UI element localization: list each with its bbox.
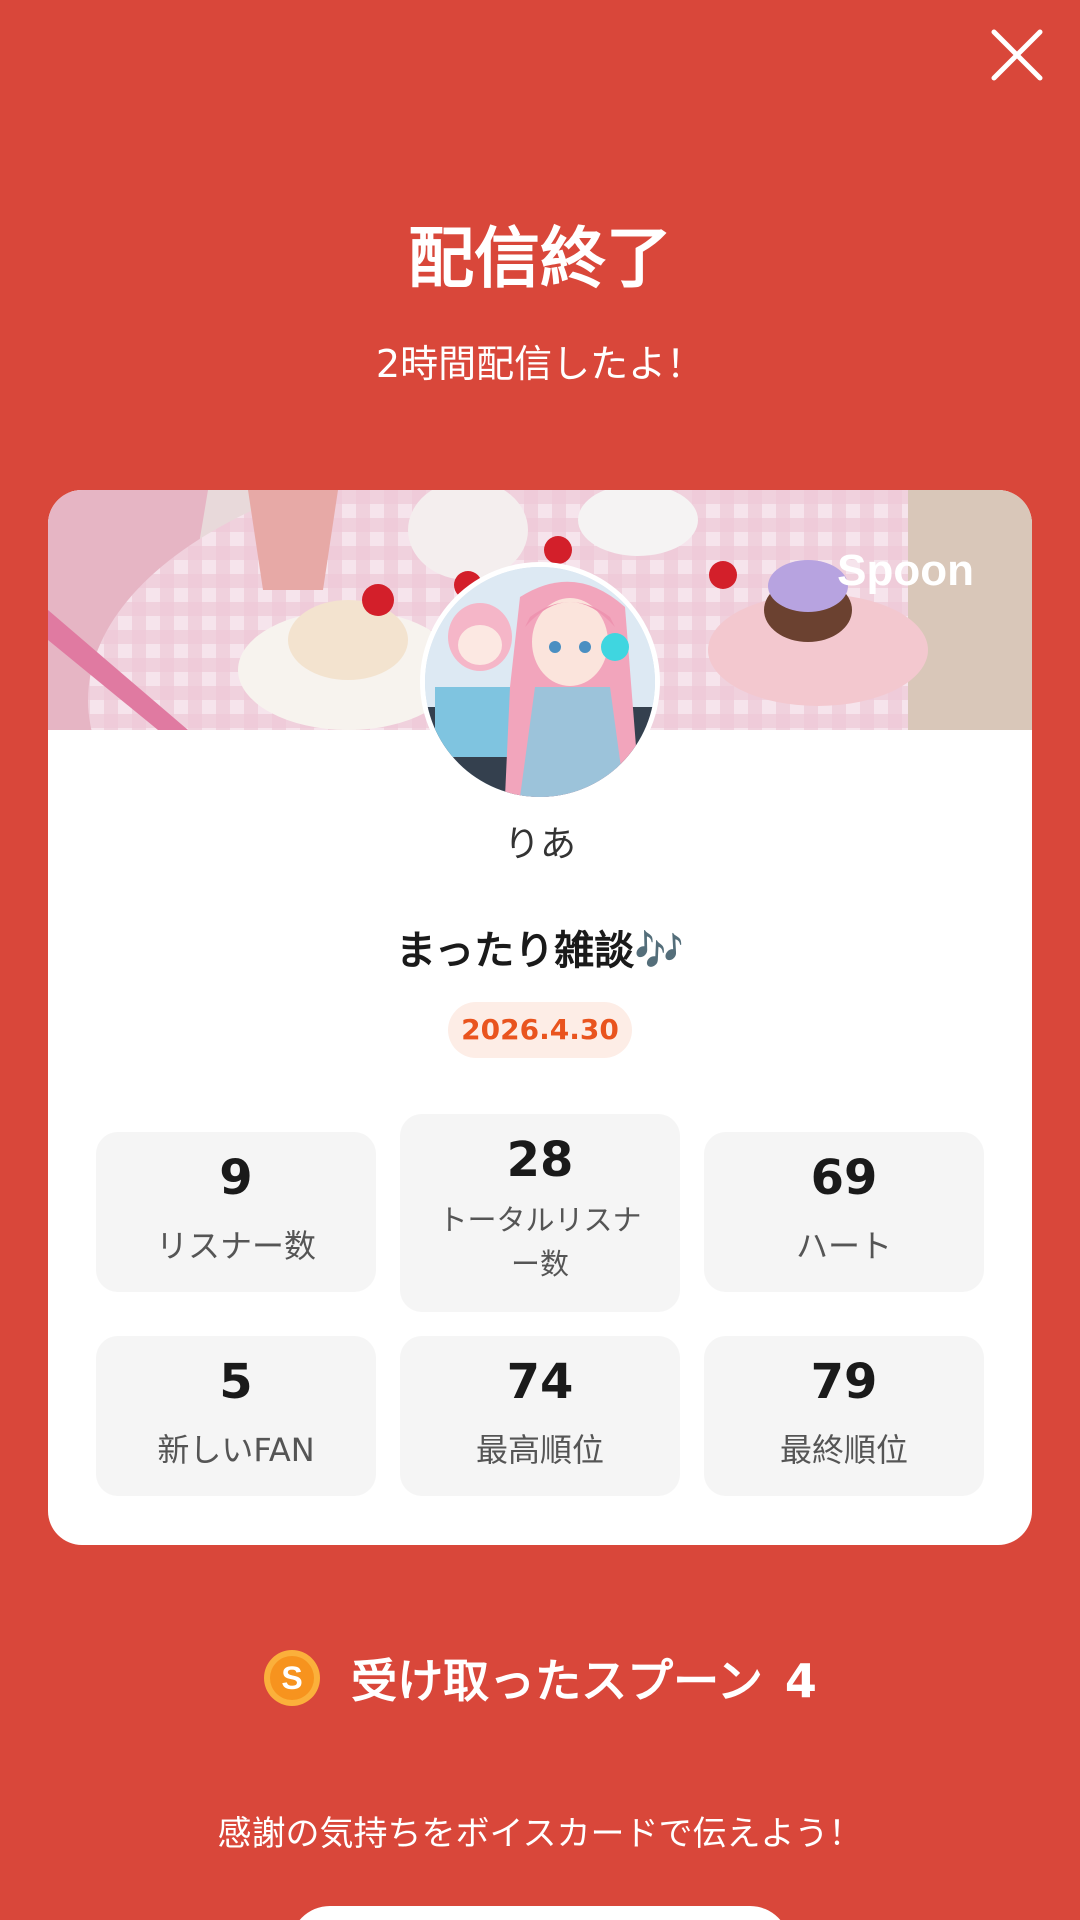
stat-hearts: 69 ハート: [704, 1132, 984, 1292]
stat-total-listeners: 28 トータルリスナー数: [400, 1114, 680, 1312]
stat-value: 9: [219, 1150, 253, 1206]
spoons-count: 4: [784, 1654, 817, 1708]
stat-highest-rank: 74 最高順位: [400, 1336, 680, 1496]
close-icon[interactable]: [984, 22, 1050, 88]
music-note-icon: 🎶: [634, 928, 685, 974]
stat-value: 74: [506, 1354, 574, 1410]
stat-value: 79: [810, 1354, 878, 1410]
close-button[interactable]: [984, 22, 1050, 88]
received-spoons: S 受け取ったスプーン 4: [0, 1648, 1080, 1708]
avatar[interactable]: [420, 562, 660, 802]
stat-label: ハート: [795, 1227, 892, 1265]
page-title: 配信終了: [408, 220, 672, 297]
spoon-coin-icon: S: [264, 1650, 321, 1706]
stat-listeners: 9 リスナー数: [96, 1132, 376, 1292]
svg-text:S: S: [281, 1660, 302, 1696]
stat-label: 最高順位: [475, 1431, 604, 1469]
voice-card-prompt: 感謝の気持ちをボイスカードで伝えよう！: [217, 1814, 863, 1854]
spoon-logo: Spoon: [837, 546, 974, 595]
stat-label: 新しいFAN: [157, 1431, 315, 1469]
stat-new-fans: 5 新しいFAN: [96, 1336, 376, 1496]
voice-card-button[interactable]: [290, 1906, 790, 1920]
stat-label: トータルリスナー数: [438, 1203, 642, 1281]
live-title-text: まったり雑談: [395, 928, 635, 974]
date-badge: 2026.4.30: [448, 1002, 632, 1058]
stat-final-rank: 79 最終順位: [704, 1336, 984, 1496]
spoons-label: 受け取ったスプーン: [351, 1654, 763, 1708]
stat-value: 5: [219, 1354, 253, 1410]
live-title: まったり雑談🎶: [48, 918, 1032, 976]
stat-value: 69: [810, 1150, 878, 1206]
stat-label: 最終順位: [779, 1431, 908, 1469]
stat-label: リスナー数: [155, 1227, 316, 1265]
username: りあ: [503, 824, 576, 865]
broadcast-summary-card: Spoon りあ まったり雑談🎶 2026.4.30 9 リスナー数 28 トー…: [48, 490, 1032, 1545]
broadcast-duration-text: 2時間配信したよ！: [375, 342, 705, 386]
stat-value: 28: [506, 1132, 574, 1188]
